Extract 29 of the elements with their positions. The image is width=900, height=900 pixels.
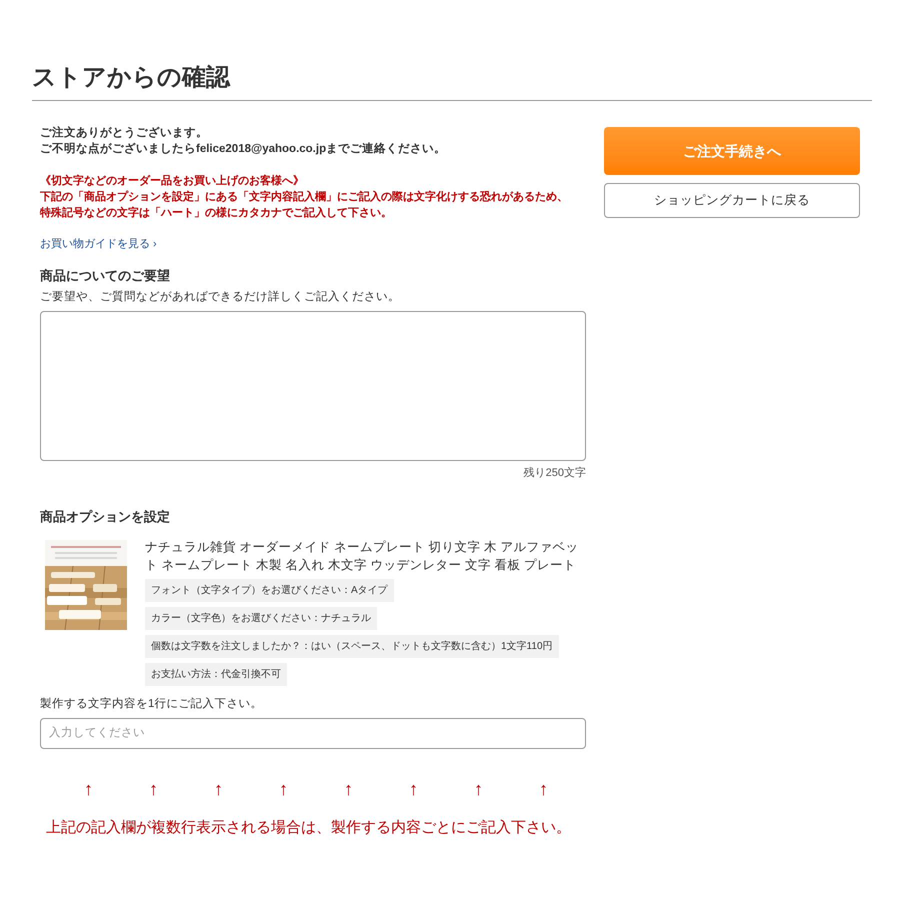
guide-link[interactable]: お買い物ガイドを見る › xyxy=(40,238,157,250)
up-arrow: ↑ xyxy=(538,778,549,798)
page-title: ストアからの確認 xyxy=(32,63,230,93)
product-name: ナチュラル雑貨 オーダーメイド ネームプレート 切り文字 木 アルファベット ネームプレート 木製 名入れ 木文字 ウッデンレター 文字 看板 プレート xyxy=(145,538,580,574)
request-heading: 商品についてのご要望 xyxy=(40,267,171,285)
up-arrow: ↑ xyxy=(213,778,224,798)
up-arrow: ↑ xyxy=(473,778,484,798)
up-arrow: ↑ xyxy=(343,778,354,798)
back-to-cart-button[interactable]: ショッピングカートに戻る xyxy=(604,183,860,218)
char-counter: 残り250文字 xyxy=(524,466,586,481)
option-tag: フォント（文字タイプ）をお選びください：Aタイプ xyxy=(145,578,394,602)
text-field-label: 製作する文字内容を1行にご記入下さい。 xyxy=(40,696,264,712)
up-arrow: ↑ xyxy=(148,778,159,798)
up-arrow: ↑ xyxy=(408,778,419,798)
up-arrow: ↑ xyxy=(278,778,289,798)
options-heading: 商品オプションを設定 xyxy=(40,508,171,526)
notice-text: 《切文字などのオーダー品をお買い上げのお客様へ》 xyxy=(40,174,305,189)
notice-text: 特殊記号などの文字は「ハート」の様にカタカナでご記入して下さい。 xyxy=(40,206,393,221)
request-hint: ご要望や、ご質問などがあればできるだけ詳しくご記入ください。 xyxy=(40,290,401,305)
request-textarea[interactable] xyxy=(40,311,586,461)
arrow-note: 上記の記入欄が複数行表示される場合は、製作する内容ごとにご記入下さい。 xyxy=(45,818,572,838)
text-input-field[interactable]: 入力してください xyxy=(40,718,586,748)
up-arrow: ↑ xyxy=(83,778,94,798)
notice-text: 下記の「商品オプションを設定」にある「文字内容記入欄」にご記入の際は文字化けする恐れがあるため、 xyxy=(40,190,569,205)
intro-text: ご不明な点がございましたらfelice2018@yahoo.co.jpまでご連絡ください。 xyxy=(40,141,448,157)
option-tag: お支払い方法：代金引換不可 xyxy=(145,662,287,686)
option-tag: 個数は文字数を注文しましたか？：はい（スペース、ドットも文字数に含む）1文字110円 xyxy=(145,634,559,658)
intro-text: ご注文ありがとうございます。 xyxy=(40,125,209,141)
option-tag: カラー（文字色）をお選びください：ナチュラル xyxy=(145,606,377,630)
